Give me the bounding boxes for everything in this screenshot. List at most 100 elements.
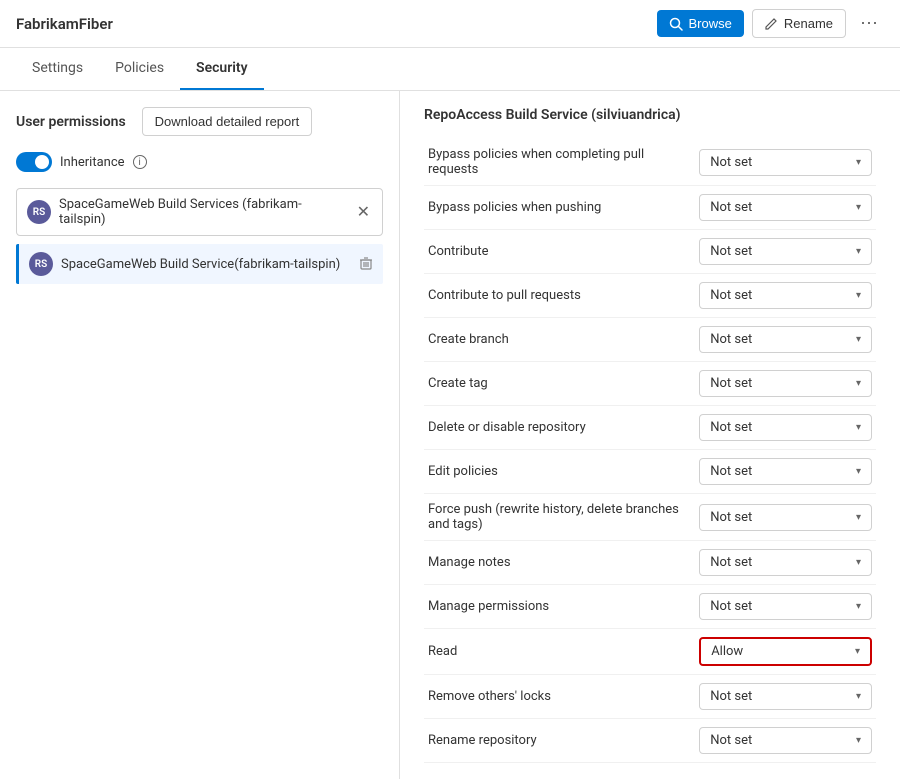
header-left: FabrikamFiber	[16, 15, 113, 33]
permission-value-cell: Not set ▾	[695, 541, 876, 585]
permission-select[interactable]: Not set ▾	[699, 370, 872, 397]
app-title: FabrikamFiber	[16, 15, 113, 33]
list-item[interactable]: RS SpaceGameWeb Build Service(fabrikam-t…	[16, 244, 383, 284]
permission-select[interactable]: Not set ▾	[699, 282, 872, 309]
permission-select-value: Not set	[710, 510, 752, 525]
left-panel-header: User permissions Download detailed repor…	[16, 107, 383, 136]
browse-icon	[669, 17, 683, 31]
clear-service-button[interactable]: ✕	[355, 202, 372, 222]
permission-select[interactable]: Not set ▾	[699, 149, 872, 176]
permission-value-cell: Not set ▾	[695, 274, 876, 318]
chevron-down-icon: ▾	[856, 422, 861, 433]
header: FabrikamFiber Browse Rename ⋯	[0, 0, 900, 48]
chevron-down-icon: ▾	[856, 246, 861, 257]
info-icon[interactable]: i	[133, 155, 147, 169]
permission-select-value: Not set	[710, 733, 752, 748]
permission-value-cell: Not set ▾	[695, 719, 876, 763]
permission-value-cell: Not set▾	[695, 318, 876, 362]
table-row: Remove others' locks Not set ▾	[424, 675, 876, 719]
permission-select-value: Not set	[710, 689, 752, 704]
permission-name: Bypass policies when completing pull req…	[424, 139, 695, 186]
tab-policies[interactable]: Policies	[99, 48, 180, 90]
permission-select[interactable]: Not set▾	[699, 326, 872, 353]
permission-select-value: Not set	[710, 244, 752, 259]
permission-select-value: Allow	[711, 644, 743, 659]
header-right: Browse Rename ⋯	[657, 9, 885, 38]
permission-select[interactable]: Not set ▾	[699, 414, 872, 441]
chevron-down-icon: ▾	[856, 290, 861, 301]
more-options-button[interactable]: ⋯	[854, 9, 884, 38]
inheritance-label: Inheritance	[60, 155, 125, 170]
permission-select-value: Not set	[710, 155, 752, 170]
permission-select-value: Not set	[710, 376, 752, 391]
permission-select-value: Not set	[710, 200, 752, 215]
table-row: Contribute Not set ▾	[424, 230, 876, 274]
permission-select[interactable]: Not set ▾	[699, 238, 872, 265]
permission-value-cell: Not set▾	[695, 450, 876, 494]
browse-button[interactable]: Browse	[657, 10, 744, 37]
permission-select[interactable]: Allow ▾	[699, 637, 872, 666]
permission-select[interactable]: Not set ▾	[699, 549, 872, 576]
permission-select-value: Not set	[710, 464, 752, 479]
permission-select-value: Not set	[710, 420, 752, 435]
permission-name: Remove others' locks	[424, 675, 695, 719]
repo-access-title: RepoAccess Build Service (silviuandrica)	[424, 107, 876, 123]
section-title: User permissions	[16, 114, 126, 130]
permission-value-cell: Not set▾	[695, 186, 876, 230]
permission-name: Read	[424, 629, 695, 675]
list-item-name: SpaceGameWeb Build Service(fabrikam-tail…	[61, 257, 351, 272]
chevron-down-icon: ▾	[856, 334, 861, 345]
chevron-down-icon: ▾	[856, 601, 861, 612]
nav-tabs: Settings Policies Security	[0, 48, 900, 91]
permission-name: Contribute	[424, 230, 695, 274]
delete-item-button[interactable]	[359, 256, 373, 273]
table-row: Bypass policies when pushingNot set▾	[424, 186, 876, 230]
permission-name: Force push (rewrite history, delete bran…	[424, 494, 695, 541]
table-row: Bypass policies when completing pull req…	[424, 139, 876, 186]
table-row: Rename repository Not set ▾	[424, 719, 876, 763]
table-row: Create branchNot set▾	[424, 318, 876, 362]
permission-select[interactable]: Not set▾	[699, 458, 872, 485]
permission-name: Manage permissions	[424, 585, 695, 629]
right-panel: RepoAccess Build Service (silviuandrica)…	[400, 91, 900, 779]
table-row: Contribute to pull requestsNot set▾	[424, 274, 876, 318]
chevron-down-icon: ▾	[856, 557, 861, 568]
chevron-down-icon: ▾	[856, 735, 861, 746]
permission-value-cell: Not set▾	[695, 585, 876, 629]
table-row: Create tag Not set ▾	[424, 362, 876, 406]
permission-select[interactable]: Not set▾	[699, 593, 872, 620]
permissions-table: Bypass policies when completing pull req…	[424, 139, 876, 763]
permission-value-cell: Not set ▾	[695, 675, 876, 719]
tab-security[interactable]: Security	[180, 48, 264, 90]
download-report-button[interactable]: Download detailed report	[142, 107, 313, 136]
permission-name: Create tag	[424, 362, 695, 406]
permission-value-cell: Not set ▾	[695, 362, 876, 406]
chevron-down-icon: ▾	[856, 378, 861, 389]
table-row: Delete or disable repositoryNot set▾	[424, 406, 876, 450]
permission-select[interactable]: Not set ▾	[699, 504, 872, 531]
permission-value-cell: Not set ▾	[695, 230, 876, 274]
permission-name: Manage notes	[424, 541, 695, 585]
inheritance-row: Inheritance i	[16, 152, 383, 172]
permission-select[interactable]: Not set ▾	[699, 727, 872, 754]
chevron-down-icon: ▾	[856, 157, 861, 168]
table-row: Read Allow ▾	[424, 629, 876, 675]
inheritance-toggle[interactable]	[16, 152, 52, 172]
table-row: Force push (rewrite history, delete bran…	[424, 494, 876, 541]
avatar: RS	[27, 200, 51, 224]
chevron-down-icon: ▾	[856, 512, 861, 523]
service-name: SpaceGameWeb Build Services (fabrikam-ta…	[59, 197, 347, 227]
left-panel: User permissions Download detailed repor…	[0, 91, 400, 779]
rename-button[interactable]: Rename	[752, 9, 846, 38]
permission-select[interactable]: Not set▾	[699, 194, 872, 221]
permission-select-value: Not set	[710, 288, 752, 303]
permission-select-value: Not set	[710, 555, 752, 570]
chevron-down-icon: ▾	[855, 646, 860, 657]
tab-settings[interactable]: Settings	[16, 48, 99, 90]
permission-name: Rename repository	[424, 719, 695, 763]
rename-icon	[765, 17, 778, 30]
permission-name: Create branch	[424, 318, 695, 362]
permission-select[interactable]: Not set ▾	[699, 683, 872, 710]
permission-value-cell: Not set ▾	[695, 406, 876, 450]
chevron-down-icon: ▾	[856, 691, 861, 702]
